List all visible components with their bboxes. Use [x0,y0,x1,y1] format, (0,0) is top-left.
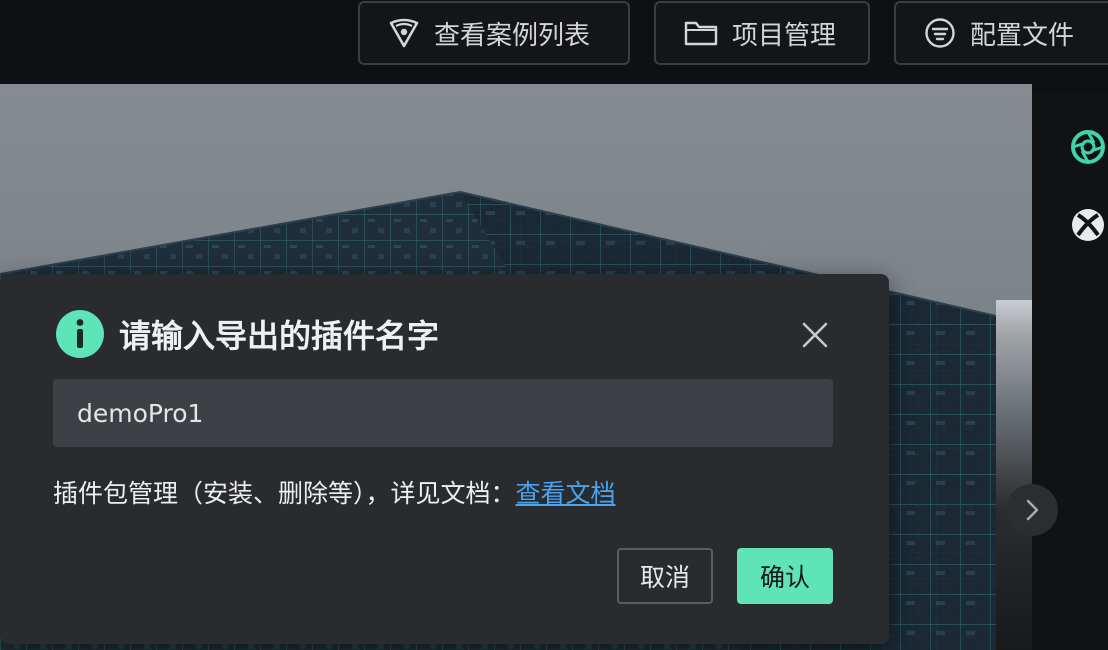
pin-location-icon [389,18,419,48]
view-cases-label: 查看案例列表 [434,20,591,51]
chevron-right-icon [1026,499,1039,521]
cancel-button[interactable]: 取消 [617,548,713,604]
info-icon [56,310,104,358]
config-file-button[interactable]: 配置文件 [894,1,1108,65]
filter-circle-icon [925,18,955,48]
scene-edge [996,300,1032,650]
project-management-button[interactable]: 项目管理 [654,1,870,65]
confirm-button[interactable]: 确认 [737,548,833,604]
dialog-title: 请输入导出的插件名字 [119,317,440,355]
view-cases-button[interactable]: 查看案例列表 [358,1,630,65]
aperture-icon[interactable] [1070,129,1106,165]
view-docs-link[interactable]: 查看文档 [516,479,616,508]
top-toolbar: 查看案例列表 项目管理 配置文件 [0,0,1108,84]
plugin-hint: 插件包管理（安装、删除等），详见文档：查看文档 [53,474,616,514]
plugin-name-input[interactable] [53,379,833,447]
project-management-label: 项目管理 [732,20,837,51]
folder-icon [684,21,718,46]
plugin-hint-text: 插件包管理（安装、删除等），详见文档： [53,479,516,508]
right-side-panel [1032,94,1108,650]
config-file-label: 配置文件 [970,20,1075,51]
xbox-icon[interactable] [1070,207,1106,243]
export-plugin-dialog: 请输入导出的插件名字 插件包管理（安装、删除等），详见文档：查看文档 取消 确认 [0,274,889,644]
viewport-next-button[interactable] [1006,484,1058,536]
close-icon[interactable] [798,318,832,352]
